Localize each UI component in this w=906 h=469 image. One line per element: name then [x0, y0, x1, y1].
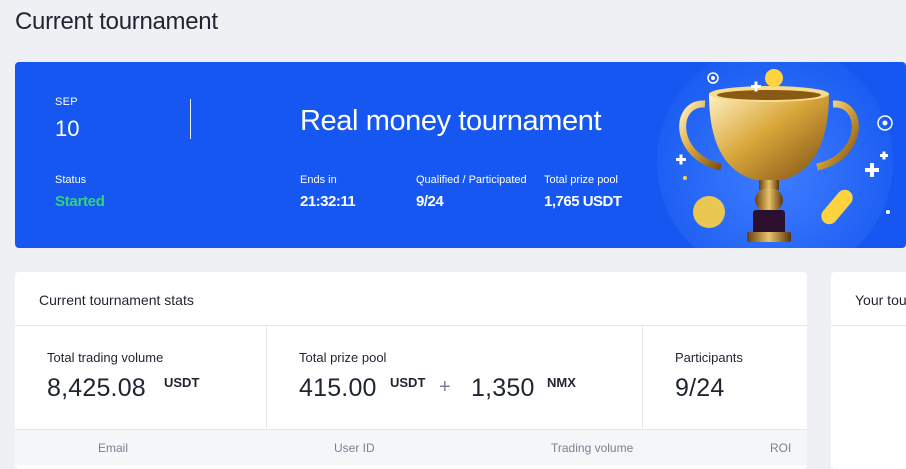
trading-volume-unit: USDT [164, 375, 200, 390]
stats-prize-value-usdt: 415.00 [299, 374, 377, 402]
date-month: SEP [55, 96, 78, 108]
stats-prize-value-nmx: 1,350 [471, 374, 535, 402]
participants-label: Participants [675, 350, 743, 365]
trading-volume-cell: Total trading volume 8,425.08 USDT [15, 326, 266, 429]
participants-cell: Participants 9/24 [643, 326, 807, 429]
side-card-title: Your tou [831, 272, 906, 326]
tournament-stats-card: Current tournament stats Total trading v… [15, 272, 807, 469]
trading-volume-label: Total trading volume [47, 350, 164, 365]
stats-row: Total trading volume 8,425.08 USDT Total… [15, 326, 807, 429]
your-tournaments-card: Your tou [831, 272, 906, 469]
banner-title: Real money tournament [300, 105, 602, 137]
table-header: Email User ID Trading volume ROI [15, 429, 807, 465]
column-trading-volume[interactable]: Trading volume [551, 441, 633, 455]
prize-pool-label: Total prize pool [544, 174, 618, 186]
column-user-id[interactable]: User ID [334, 441, 375, 455]
trading-volume-value: 8,425.08 [47, 374, 146, 402]
stats-prize-unit-usdt: USDT [390, 375, 426, 390]
status-value: Started [55, 193, 105, 210]
qualified-label: Qualified / Participated [416, 174, 527, 186]
trophy-illustration [643, 62, 906, 248]
prize-pool-cell: Total prize pool 415.00 USDT + 1,350 NMX [267, 326, 642, 429]
prize-pool-value: 1,765 USDT [544, 193, 622, 210]
ends-in-value: 21:32:11 [300, 193, 356, 210]
trophy-icon [657, 62, 893, 248]
column-roi[interactable]: ROI [770, 441, 791, 455]
participants-value: 9/24 [675, 374, 725, 402]
date-day: 10 [55, 116, 80, 141]
plus-sign: + [439, 376, 451, 398]
stats-prize-label: Total prize pool [299, 350, 387, 365]
qualified-value: 9/24 [416, 193, 444, 210]
tournament-banner: SEP 10 Status Started Real money tournam… [15, 62, 906, 248]
date-divider [190, 99, 191, 139]
page-title: Current tournament [15, 8, 218, 35]
ends-in-label: Ends in [300, 174, 337, 186]
stats-prize-unit-nmx: NMX [547, 375, 576, 390]
status-label: Status [55, 174, 87, 186]
stats-card-title: Current tournament stats [15, 272, 807, 326]
column-email[interactable]: Email [98, 441, 128, 455]
